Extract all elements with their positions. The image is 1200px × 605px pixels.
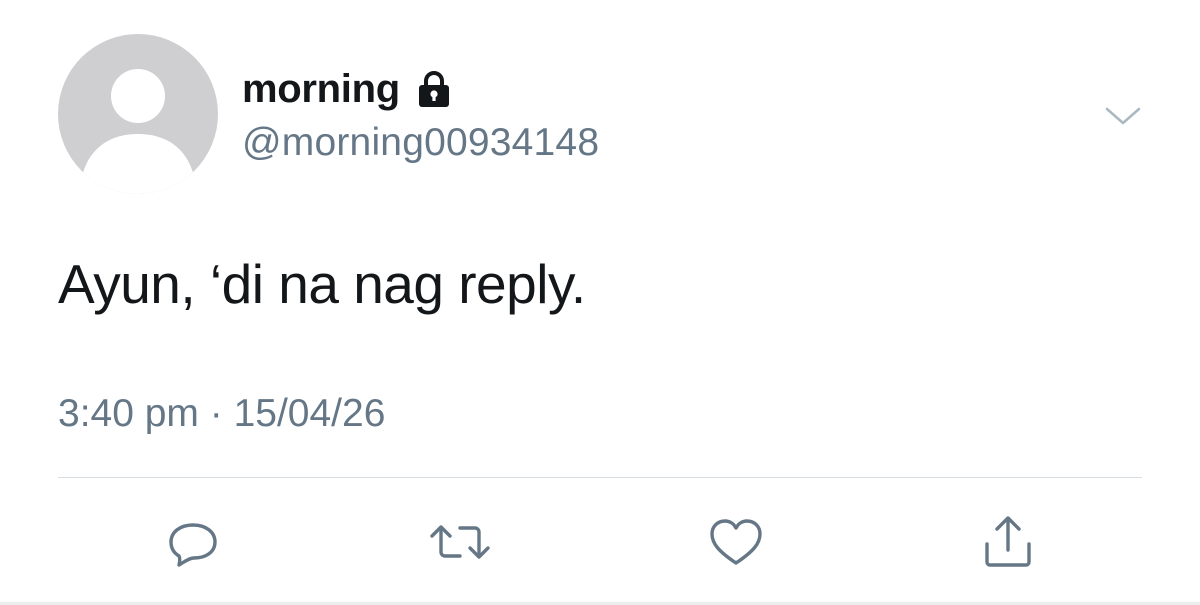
share-button[interactable] xyxy=(976,510,1040,574)
author-display-name[interactable]: morning xyxy=(242,67,400,112)
tweet-timestamp[interactable]: 3:40 pm · 15/04/26 xyxy=(58,392,385,436)
reply-button[interactable] xyxy=(161,510,225,574)
retweet-button[interactable] xyxy=(428,510,492,574)
tweet-text: Ayun, ‘di na nag reply. xyxy=(58,253,586,315)
tweet-menu-button[interactable] xyxy=(1104,104,1142,128)
reply-icon xyxy=(169,523,217,567)
author-handle[interactable]: @morning00934148 xyxy=(242,121,599,165)
author-name-row[interactable]: morning xyxy=(242,64,454,114)
chevron-down-icon xyxy=(1105,107,1141,125)
heart-icon xyxy=(710,519,762,565)
retweet-icon xyxy=(430,525,490,559)
like-button[interactable] xyxy=(704,510,768,574)
tweet-card: morning @morning00934148 Ayun, ‘di na na… xyxy=(0,0,1200,605)
share-icon xyxy=(985,516,1031,567)
lock-icon xyxy=(414,69,454,109)
divider xyxy=(58,477,1142,478)
default-avatar-icon xyxy=(82,69,194,194)
avatar[interactable] xyxy=(58,34,218,194)
